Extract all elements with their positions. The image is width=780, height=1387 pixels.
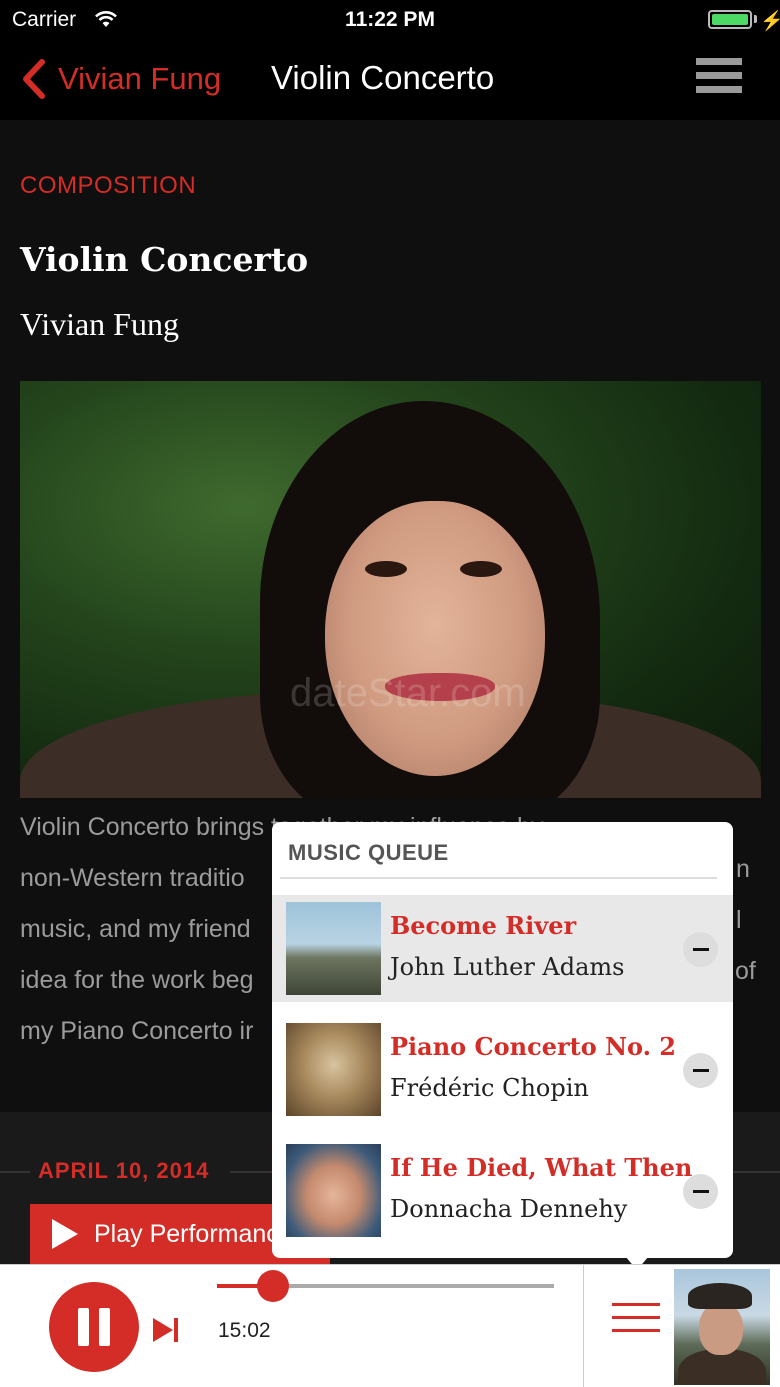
queue-item[interactable]: Become River John Luther Adams	[272, 895, 733, 1002]
progress-knob[interactable]	[256, 1270, 289, 1302]
track-artist: John Luther Adams	[390, 953, 625, 981]
nav-bar: Vivian Fung Violin Concerto	[0, 40, 780, 120]
music-queue-popup: MUSIC QUEUE Become River John Luther Ada…	[272, 822, 733, 1270]
hamburger-menu-icon[interactable]	[696, 58, 742, 98]
track-thumbnail	[286, 902, 381, 995]
now-playing-thumbnail[interactable]	[674, 1269, 770, 1385]
page-title: Violin Concerto	[271, 59, 495, 96]
skip-next-icon[interactable]	[151, 1315, 181, 1345]
work-title: Violin Concerto	[20, 240, 309, 279]
queue-item[interactable]: Piano Concerto No. 2 Frédéric Chopin	[272, 1016, 733, 1123]
elapsed-time: 15:02	[218, 1319, 271, 1342]
track-thumbnail	[286, 1144, 381, 1237]
track-artist: Frédéric Chopin	[390, 1074, 589, 1102]
back-button[interactable]: Vivian Fung	[20, 54, 221, 104]
description-fragment: of	[735, 957, 756, 985]
queue-divider	[280, 877, 717, 879]
track-title: Become River	[390, 911, 577, 940]
track-artist: Donnacha Dennehy	[390, 1195, 628, 1223]
divider	[0, 1171, 30, 1173]
bolt-icon: ⚡	[760, 11, 780, 32]
status-time: 11:22 PM	[345, 8, 435, 31]
battery-tip	[754, 15, 757, 23]
composer-photo: dateStar.com	[20, 381, 761, 798]
chevron-left-icon	[23, 59, 45, 99]
progress-track[interactable]	[217, 1270, 554, 1302]
minus-circle-icon[interactable]	[683, 1053, 718, 1088]
queue-list-icon[interactable]	[612, 1303, 660, 1337]
photo-watermark: dateStar.com	[290, 671, 526, 715]
performance-date: APRIL 10, 2014	[38, 1158, 210, 1183]
description-fragment: l	[736, 906, 742, 934]
category-label: COMPOSITION	[20, 172, 197, 199]
pause-icon[interactable]	[49, 1282, 139, 1372]
back-label: Vivian Fung	[58, 61, 222, 96]
minus-circle-icon[interactable]	[683, 932, 718, 967]
player-bar: 15:02	[0, 1264, 780, 1387]
play-performance-label: Play Performance	[94, 1219, 293, 1248]
play-icon	[52, 1219, 78, 1249]
divider	[583, 1265, 584, 1387]
description-fragment: n	[736, 855, 750, 883]
status-bar: Carrier 11:22 PM ⚡	[0, 0, 780, 40]
work-composer: Vivian Fung	[20, 306, 179, 342]
queue-title: MUSIC QUEUE	[288, 840, 449, 865]
track-title: Piano Concerto No. 2	[390, 1032, 676, 1061]
queue-item[interactable]: If He Died, What Then Donnacha Dennehy	[272, 1137, 733, 1244]
minus-circle-icon[interactable]	[683, 1174, 718, 1209]
battery-icon	[708, 10, 752, 29]
track-thumbnail	[286, 1023, 381, 1116]
track-title: If He Died, What Then	[390, 1153, 693, 1182]
